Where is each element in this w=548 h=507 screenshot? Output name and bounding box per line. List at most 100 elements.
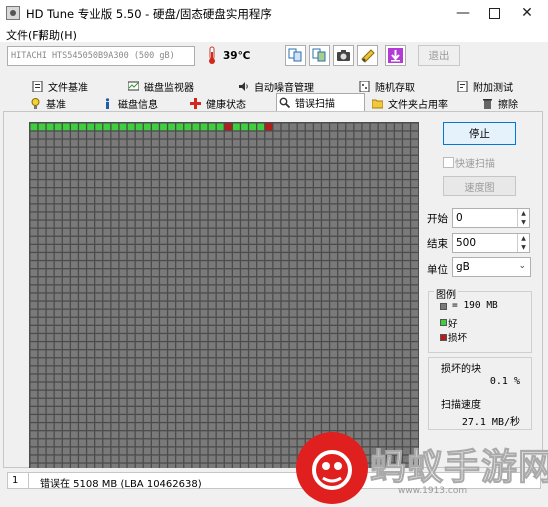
block-unscanned [30,374,38,382]
tab-file-benchmark[interactable]: 文件基准 [30,78,88,94]
spin-down-icon[interactable]: ▼ [517,218,529,227]
block-unscanned [216,261,224,268]
block-unscanned [30,407,38,414]
start-value: 0 [456,212,463,224]
block-unscanned [95,261,103,268]
block-unscanned [184,253,192,260]
block-unscanned [38,398,46,406]
block-unscanned [111,204,119,212]
block-unscanned [378,228,386,236]
maximize-button[interactable] [477,0,511,26]
block-unscanned [127,220,135,228]
tab-disk-info[interactable]: 磁盘信息 [100,95,158,111]
screenshot-button[interactable] [333,45,354,66]
block-unscanned [208,261,216,268]
block-unscanned [79,301,86,309]
block-unscanned [103,423,111,430]
unit-select[interactable]: gB ⌄ [452,257,531,277]
block-unscanned [119,164,127,171]
block-unscanned [79,245,86,252]
block-unscanned [386,172,394,179]
block-unscanned [119,285,127,293]
block-unscanned [330,164,337,171]
options-button[interactable] [357,45,378,66]
spin-up-icon[interactable]: ▲ [517,209,529,218]
block-unscanned [289,269,297,277]
block-unscanned [297,212,305,220]
tab-folder-usage[interactable]: 文件夹占用率 [370,95,448,111]
close-button[interactable]: ✕ [510,0,544,26]
tab-aam[interactable]: 自动噪音管理 [236,78,314,94]
block-unscanned [265,350,273,358]
end-input[interactable]: 500 ▲ ▼ [452,233,530,253]
block-unscanned [330,269,337,277]
tab-erase[interactable]: 擦除 [480,95,518,111]
quick-scan-checkbox[interactable] [443,157,454,168]
stop-button[interactable]: 停止 [443,122,516,145]
block-unscanned [322,245,329,252]
copy-info-button[interactable] [285,45,306,66]
spin-down-icon[interactable]: ▼ [517,243,529,252]
block-unscanned [322,261,329,268]
block-unscanned [168,358,175,366]
block-unscanned [95,407,103,414]
block-unscanned [127,236,135,244]
block-unscanned [257,390,265,398]
block-unscanned [265,390,273,398]
block-unscanned [200,164,208,171]
tab-health[interactable]: 健康状态 [188,95,246,111]
extra-tests-icon [457,80,468,92]
spin-up-icon[interactable]: ▲ [517,234,529,243]
end-label: 结束 [427,238,448,250]
block-unscanned [192,204,200,212]
tab-disk-monitor[interactable]: 磁盘监视器 [126,78,194,94]
tab-benchmark[interactable]: 基准 [28,95,66,111]
menu-help[interactable]: 帮助(H) [38,27,77,43]
block-unscanned [224,277,232,285]
block-unscanned [46,253,54,260]
block-unscanned [200,358,208,366]
block-unscanned [305,350,313,358]
block-unscanned [370,398,378,406]
block-unscanned [411,366,418,374]
block-unscanned [249,374,256,382]
block-unscanned [168,245,175,252]
block-unscanned [103,188,111,196]
block-unscanned [305,155,313,163]
block-unscanned [62,269,70,277]
block-unscanned [127,285,135,293]
block-unscanned [281,455,289,463]
block-unscanned [338,390,346,398]
block-unscanned [184,212,192,220]
block-unscanned [62,423,70,430]
block-unscanned [160,326,167,333]
speed-map-button[interactable]: 速度图 [443,176,516,196]
block-unscanned [224,407,232,414]
block-unscanned [322,212,329,220]
block-unscanned [38,326,46,333]
tab-random-access[interactable]: 随机存取 [357,78,415,94]
block-unscanned [314,147,321,155]
block-unscanned [208,204,216,212]
start-input[interactable]: 0 ▲ ▼ [452,208,530,228]
tab-error-scan[interactable]: 错误扫描 [276,93,365,111]
block-unscanned [346,334,354,341]
block-unscanned [62,164,70,171]
block-unscanned [200,180,208,187]
download-button[interactable] [385,45,406,66]
block-unscanned [281,180,289,187]
exit-button[interactable]: 退出 [418,45,460,66]
block-unscanned [224,245,232,252]
tab-extra-tests[interactable]: 附加测试 [455,78,513,94]
drive-select[interactable]: HITACHI HTS545050B9A300 (500 gB) [7,46,195,66]
block-unscanned [62,293,70,301]
block-unscanned [281,139,289,147]
copy-screen-button[interactable] [309,45,330,66]
minimize-button[interactable]: — [446,0,480,26]
block-unscanned [265,334,273,341]
block-unscanned [265,261,273,268]
block-unscanned [395,366,402,374]
block-unscanned [257,334,265,341]
block-unscanned [192,131,200,139]
block-unscanned [200,407,208,414]
